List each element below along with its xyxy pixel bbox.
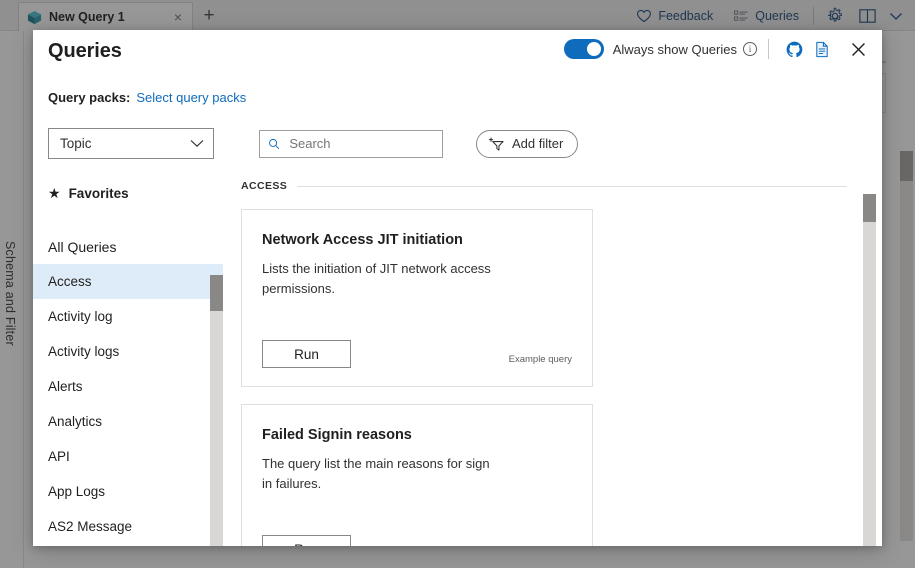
query-card-title: Failed Signin reasons — [262, 427, 572, 443]
sidebar-item-label: Alerts — [48, 379, 83, 394]
queries-content: ACCESS Network Access JIT initiation Lis… — [223, 170, 882, 546]
toggle-knob — [587, 42, 601, 56]
sidebar-item-label: Activity log — [48, 309, 113, 324]
sidebar-item-label: Activity logs — [48, 344, 119, 359]
queries-panel-header: Queries Always show Queries i — [33, 30, 882, 84]
search-input[interactable] — [287, 135, 434, 152]
sidebar-item-label: API — [48, 449, 70, 464]
run-button[interactable]: Run — [262, 535, 351, 546]
sidebar-item-label: All Queries — [48, 239, 116, 255]
topic-dropdown[interactable]: Topic — [48, 128, 214, 159]
select-query-packs-link[interactable]: Select query packs — [136, 90, 246, 105]
add-filter-label: Add filter — [512, 136, 563, 151]
sidebar-item-label: AS2 Message — [48, 519, 132, 534]
header-divider — [768, 39, 769, 59]
search-box[interactable] — [259, 130, 443, 158]
sidebar-scrollbar-track[interactable] — [210, 275, 223, 546]
screen: Schema and Filter New Query 1 × + — [0, 0, 915, 568]
sidebar-item-app-logs[interactable]: App Logs — [33, 474, 223, 509]
content-scrollbar-track[interactable] — [863, 194, 876, 546]
query-card-title: Network Access JIT initiation — [262, 232, 572, 248]
close-panel-button[interactable] — [844, 35, 872, 63]
category-list: Access Activity log Activity logs Alerts… — [33, 264, 223, 544]
chevron-down-icon — [190, 139, 204, 148]
query-packs-row: Query packs: Select query packs — [48, 90, 246, 105]
sidebar-item-alerts[interactable]: Alerts — [33, 369, 223, 404]
query-card-footer: Run Example query — [262, 535, 572, 546]
category-sidebar: ★ Favorites All Queries Access Activity … — [33, 170, 223, 546]
query-card-description: The query list the main reasons for sign… — [262, 454, 498, 494]
sidebar-item-all-queries[interactable]: All Queries — [33, 232, 223, 262]
page-title: Queries — [48, 40, 122, 63]
sidebar-item-as2-message[interactable]: AS2 Message — [33, 509, 223, 544]
panel-header-actions: Always show Queries i — [564, 34, 872, 64]
example-query-tag: Example query — [509, 354, 572, 368]
queries-panel-body: ★ Favorites All Queries Access Activity … — [33, 170, 882, 546]
sidebar-item-label: Analytics — [48, 414, 102, 429]
always-show-queries-toggle[interactable] — [564, 39, 604, 59]
query-packs-label: Query packs: — [48, 90, 130, 105]
sidebar-item-activity-logs[interactable]: Activity logs — [33, 334, 223, 369]
info-icon[interactable]: i — [743, 42, 757, 56]
filter-toolbar: Topic Add filter — [48, 128, 578, 159]
section-header: ACCESS — [241, 180, 882, 192]
github-icon — [786, 41, 803, 58]
query-card[interactable]: Failed Signin reasons The query list the… — [241, 404, 593, 546]
section-divider — [297, 186, 847, 187]
sidebar-scrollbar-thumb[interactable] — [210, 275, 223, 311]
sidebar-item-label: App Logs — [48, 484, 105, 499]
sidebar-item-analytics[interactable]: Analytics — [33, 404, 223, 439]
sidebar-item-favorites[interactable]: ★ Favorites — [33, 179, 223, 207]
search-icon — [268, 137, 280, 151]
always-show-queries-label: Always show Queries — [613, 42, 737, 57]
sidebar-item-label: Favorites — [69, 186, 129, 201]
add-filter-button[interactable]: Add filter — [476, 130, 578, 158]
sidebar-item-api[interactable]: API — [33, 439, 223, 474]
query-card-description: Lists the initiation of JIT network acce… — [262, 259, 498, 299]
query-card[interactable]: Network Access JIT initiation Lists the … — [241, 209, 593, 387]
star-icon: ★ — [48, 185, 61, 202]
add-filter-icon — [488, 136, 505, 152]
topic-dropdown-value: Topic — [60, 136, 92, 151]
document-icon — [814, 41, 830, 58]
section-title: ACCESS — [241, 180, 287, 192]
run-button[interactable]: Run — [262, 340, 351, 368]
documentation-button[interactable] — [808, 35, 836, 63]
content-scrollbar-thumb[interactable] — [863, 194, 876, 222]
github-link-button[interactable] — [780, 35, 808, 63]
sidebar-item-access[interactable]: Access — [33, 264, 223, 299]
sidebar-item-activity-log[interactable]: Activity log — [33, 299, 223, 334]
close-icon — [850, 41, 867, 58]
queries-panel: Queries Always show Queries i — [33, 30, 882, 546]
sidebar-item-label: Access — [48, 274, 92, 289]
query-card-footer: Run Example query — [262, 340, 572, 368]
